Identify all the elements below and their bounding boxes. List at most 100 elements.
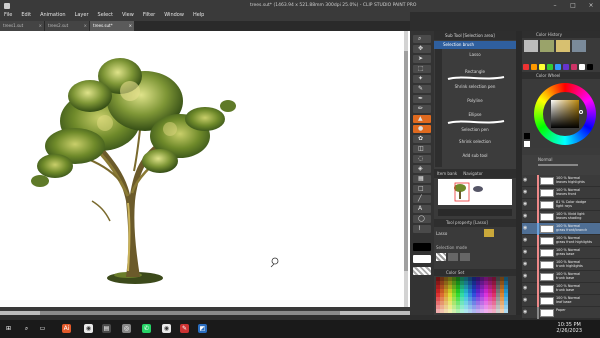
subtool-shrink-selection-pen[interactable]: Shrink selection pen	[434, 82, 516, 92]
subtool-selection-pen[interactable]: Selection pen	[434, 125, 516, 135]
history-item[interactable]	[540, 40, 554, 52]
eye-icon[interactable]: ◉	[523, 250, 528, 255]
move-tool-icon[interactable]: ✥	[413, 45, 431, 53]
doc-tab[interactable]: trees1.sut ×	[0, 21, 44, 31]
close-tab-icon[interactable]: ×	[84, 21, 87, 31]
layer-row[interactable]: ◉ 100 % Normal leaf base	[522, 295, 600, 307]
layer-row[interactable]: ◉ 100 % Normal trunk base	[522, 283, 600, 295]
operation-tool-icon[interactable]: ➤	[413, 55, 431, 63]
horizontal-scrollbar[interactable]	[0, 311, 410, 315]
task-view-icon[interactable]: ▭	[38, 324, 47, 333]
start-icon[interactable]: ⊞	[4, 324, 13, 333]
zoom-tool-icon[interactable]: ⌕	[413, 35, 431, 43]
eye-icon[interactable]: ◉	[523, 286, 528, 291]
menu-layer[interactable]: Layer	[75, 12, 89, 18]
canvas-area[interactable]	[0, 31, 410, 314]
color-swatch[interactable]	[539, 64, 545, 70]
paint-icon[interactable]: ◩	[198, 324, 207, 333]
color-swatch[interactable]	[579, 64, 585, 70]
menu-filter[interactable]: Filter	[143, 12, 155, 18]
doc-tab[interactable]: trees2.sut ×	[45, 21, 89, 31]
color-swatch[interactable]	[555, 64, 561, 70]
minimize-icon[interactable]: –	[546, 0, 564, 12]
pen-tool-icon[interactable]: ✒	[413, 95, 431, 103]
color-swatch[interactable]	[547, 64, 553, 70]
eye-icon[interactable]: ◉	[523, 226, 528, 231]
layer-row[interactable]: ◉ 100 % Normal leaves highlights	[522, 175, 600, 187]
color-swatch[interactable]	[563, 64, 569, 70]
clip-studio-icon[interactable]: ✎	[180, 324, 189, 333]
ruler-tool-icon[interactable]: ╱	[413, 195, 431, 203]
app-icon[interactable]: ◎	[122, 324, 131, 333]
airbrush-tool-icon[interactable]: ●	[413, 125, 431, 133]
blend-mode-select[interactable]: Normal	[538, 157, 552, 162]
scroll-thumb[interactable]	[404, 51, 408, 271]
figure-tool-icon[interactable]: □	[413, 185, 431, 193]
layer-color-swatch[interactable]	[484, 229, 494, 237]
subtool-polyline[interactable]: Polyline	[434, 96, 516, 106]
main-color-icon[interactable]	[413, 243, 431, 251]
drawing-canvas[interactable]	[0, 31, 410, 311]
auto-select-tool-icon[interactable]: ✦	[413, 75, 431, 83]
mode-add-icon[interactable]	[448, 253, 458, 261]
fill-tool-icon[interactable]: ◈	[413, 165, 431, 173]
taskbar-clock[interactable]: 10:35 PM 2/26/2023	[556, 322, 582, 334]
history-item[interactable]	[556, 40, 570, 52]
layer-row[interactable]: ◉ 100 % Normal grass front/branch	[522, 223, 600, 235]
brush-tool-icon[interactable]: ▲	[413, 115, 431, 123]
close-tab-icon[interactable]: ×	[39, 21, 42, 31]
eye-icon[interactable]: ◉	[523, 262, 528, 267]
layer-row[interactable]: ◉ Paper	[522, 307, 600, 319]
eye-icon[interactable]: ◉	[523, 214, 528, 219]
subtool-shrink-selection[interactable]: Shrink selection	[434, 137, 516, 147]
menu-window[interactable]: Window	[164, 12, 184, 18]
layer-row[interactable]: ◉ 100 % Normal grass front highlights	[522, 235, 600, 247]
selection-tool-icon[interactable]: ⬚	[413, 65, 431, 73]
eye-icon[interactable]: ◉	[523, 190, 528, 195]
balloon-tool-icon[interactable]: ◯	[413, 215, 431, 223]
color-picker-marker[interactable]	[579, 110, 583, 114]
mode-new-icon[interactable]	[436, 253, 446, 261]
opacity-slider[interactable]	[538, 164, 578, 166]
eraser-tool-icon[interactable]: ◫	[413, 145, 431, 153]
history-item[interactable]	[572, 40, 586, 52]
color-set-grid[interactable]	[436, 277, 508, 313]
close-tab-icon[interactable]: ×	[129, 21, 132, 31]
illustrator-icon[interactable]: Ai	[62, 324, 71, 333]
transparent-color-icon[interactable]	[413, 267, 431, 275]
search-icon[interactable]: ⌕	[22, 324, 31, 333]
menu-animation[interactable]: Animation	[40, 12, 66, 18]
explorer-icon[interactable]: ▤	[102, 324, 111, 333]
correct-line-tool-icon[interactable]: ⌇	[413, 225, 431, 233]
menu-file[interactable]: File	[4, 12, 12, 18]
layer-row[interactable]: ◉ 100 % Vivid light leaves shading	[522, 211, 600, 223]
gradient-tool-icon[interactable]: ▦	[413, 175, 431, 183]
saturation-value-square[interactable]	[551, 100, 579, 128]
doc-tab-active[interactable]: trees.sut* ×	[90, 21, 134, 31]
menu-help[interactable]: Help	[193, 12, 204, 18]
subtool-selection-brush[interactable]: Selection brush	[434, 41, 516, 49]
layer-row[interactable]: ◉ 100 % Normal leaves front	[522, 187, 600, 199]
color-swatch[interactable]	[587, 64, 593, 70]
chrome-icon[interactable]: ◉	[162, 324, 171, 333]
eye-icon[interactable]: ◉	[523, 202, 528, 207]
scroll-thumb[interactable]	[40, 311, 340, 315]
color-swatch[interactable]	[571, 64, 577, 70]
history-item[interactable]	[524, 40, 538, 52]
close-icon[interactable]: ×	[582, 0, 600, 12]
blend-tool-icon[interactable]: ◌	[413, 155, 431, 163]
mode-subtract-icon[interactable]	[460, 253, 470, 261]
color-swatch[interactable]	[523, 64, 529, 70]
sub-color-swatch[interactable]	[524, 141, 530, 147]
layer-row[interactable]: ◉ 81 % Color dodge light rays	[522, 199, 600, 211]
layer-row[interactable]: ◉ 100 % Normal grass base	[522, 247, 600, 259]
layer-row[interactable]: ◉ 100 % Normal trunk highlights	[522, 259, 600, 271]
add-subtool-button[interactable]: Add sub tool	[434, 151, 516, 161]
decoration-tool-icon[interactable]: ✿	[413, 135, 431, 143]
eye-icon[interactable]: ◉	[523, 238, 528, 243]
eye-icon[interactable]: ◉	[523, 310, 528, 315]
vertical-scrollbar[interactable]	[404, 31, 408, 307]
pencil-tool-icon[interactable]: ✏	[413, 105, 431, 113]
sub-color-icon[interactable]	[413, 255, 431, 263]
navigator-preview[interactable]	[438, 179, 512, 205]
